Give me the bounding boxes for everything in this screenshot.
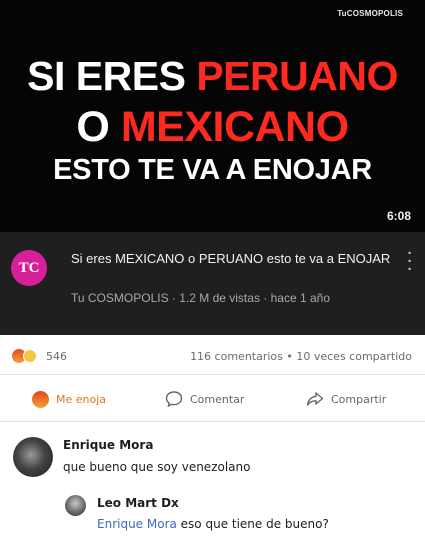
- angry-face-icon: [32, 390, 49, 408]
- share-button[interactable]: Compartir: [306, 390, 386, 408]
- video-duration: 6:08: [386, 209, 411, 223]
- action-bar: Me enoja Comentar Compartir: [0, 376, 425, 422]
- more-vertical-icon[interactable]: · · ·: [407, 246, 413, 277]
- comment-icon: [165, 391, 183, 408]
- comments-shares-count[interactable]: 116 comentarios • 10 veces compartido: [190, 350, 412, 363]
- comment-label: Comentar: [190, 392, 245, 406]
- avatar[interactable]: [13, 437, 53, 477]
- thumbnail-line-3: ESTO TE VA A ENOJAR: [53, 154, 372, 186]
- video-thumbnail[interactable]: TuCOSMOPOLIS SI ERES PERUANO O MEXICANO …: [0, 0, 425, 232]
- video-title[interactable]: Si eres MEXICANO o PERUANO esto te va a …: [71, 249, 391, 268]
- reactions-bar: 546 116 comentarios • 10 veces compartid…: [0, 335, 425, 375]
- comment-text: que bueno que soy venezolano: [63, 460, 251, 474]
- video-subline: Tu COSMOPOLIS · 1.2 M de vistas · hace 1…: [71, 291, 330, 305]
- haha-reaction-icon: [23, 349, 37, 363]
- comment-author[interactable]: Enrique Mora: [63, 438, 153, 452]
- mention-link[interactable]: Enrique Mora: [97, 517, 177, 531]
- comment-button[interactable]: Comentar: [165, 390, 244, 408]
- share-icon: [306, 392, 324, 406]
- video-info[interactable]: TC Si eres MEXICANO o PERUANO esto te va…: [0, 232, 425, 335]
- thumbnail-line-2: O MEXICANO: [76, 103, 349, 151]
- avatar[interactable]: [65, 495, 86, 516]
- react-label: Me enoja: [56, 392, 107, 406]
- channel-watermark: TuCOSMOPOLIS: [337, 9, 403, 18]
- comment-text: Enrique Mora eso que tiene de bueno?: [97, 517, 329, 531]
- reactions-count[interactable]: 546: [46, 350, 67, 363]
- share-label: Compartir: [331, 392, 387, 406]
- reaction-icons[interactable]: [12, 349, 40, 363]
- thumbnail-line-1: SI ERES PERUANO: [27, 53, 398, 99]
- react-button[interactable]: Me enoja: [32, 390, 106, 408]
- comment-author[interactable]: Leo Mart Dx: [97, 496, 179, 510]
- channel-avatar[interactable]: TC: [11, 250, 47, 286]
